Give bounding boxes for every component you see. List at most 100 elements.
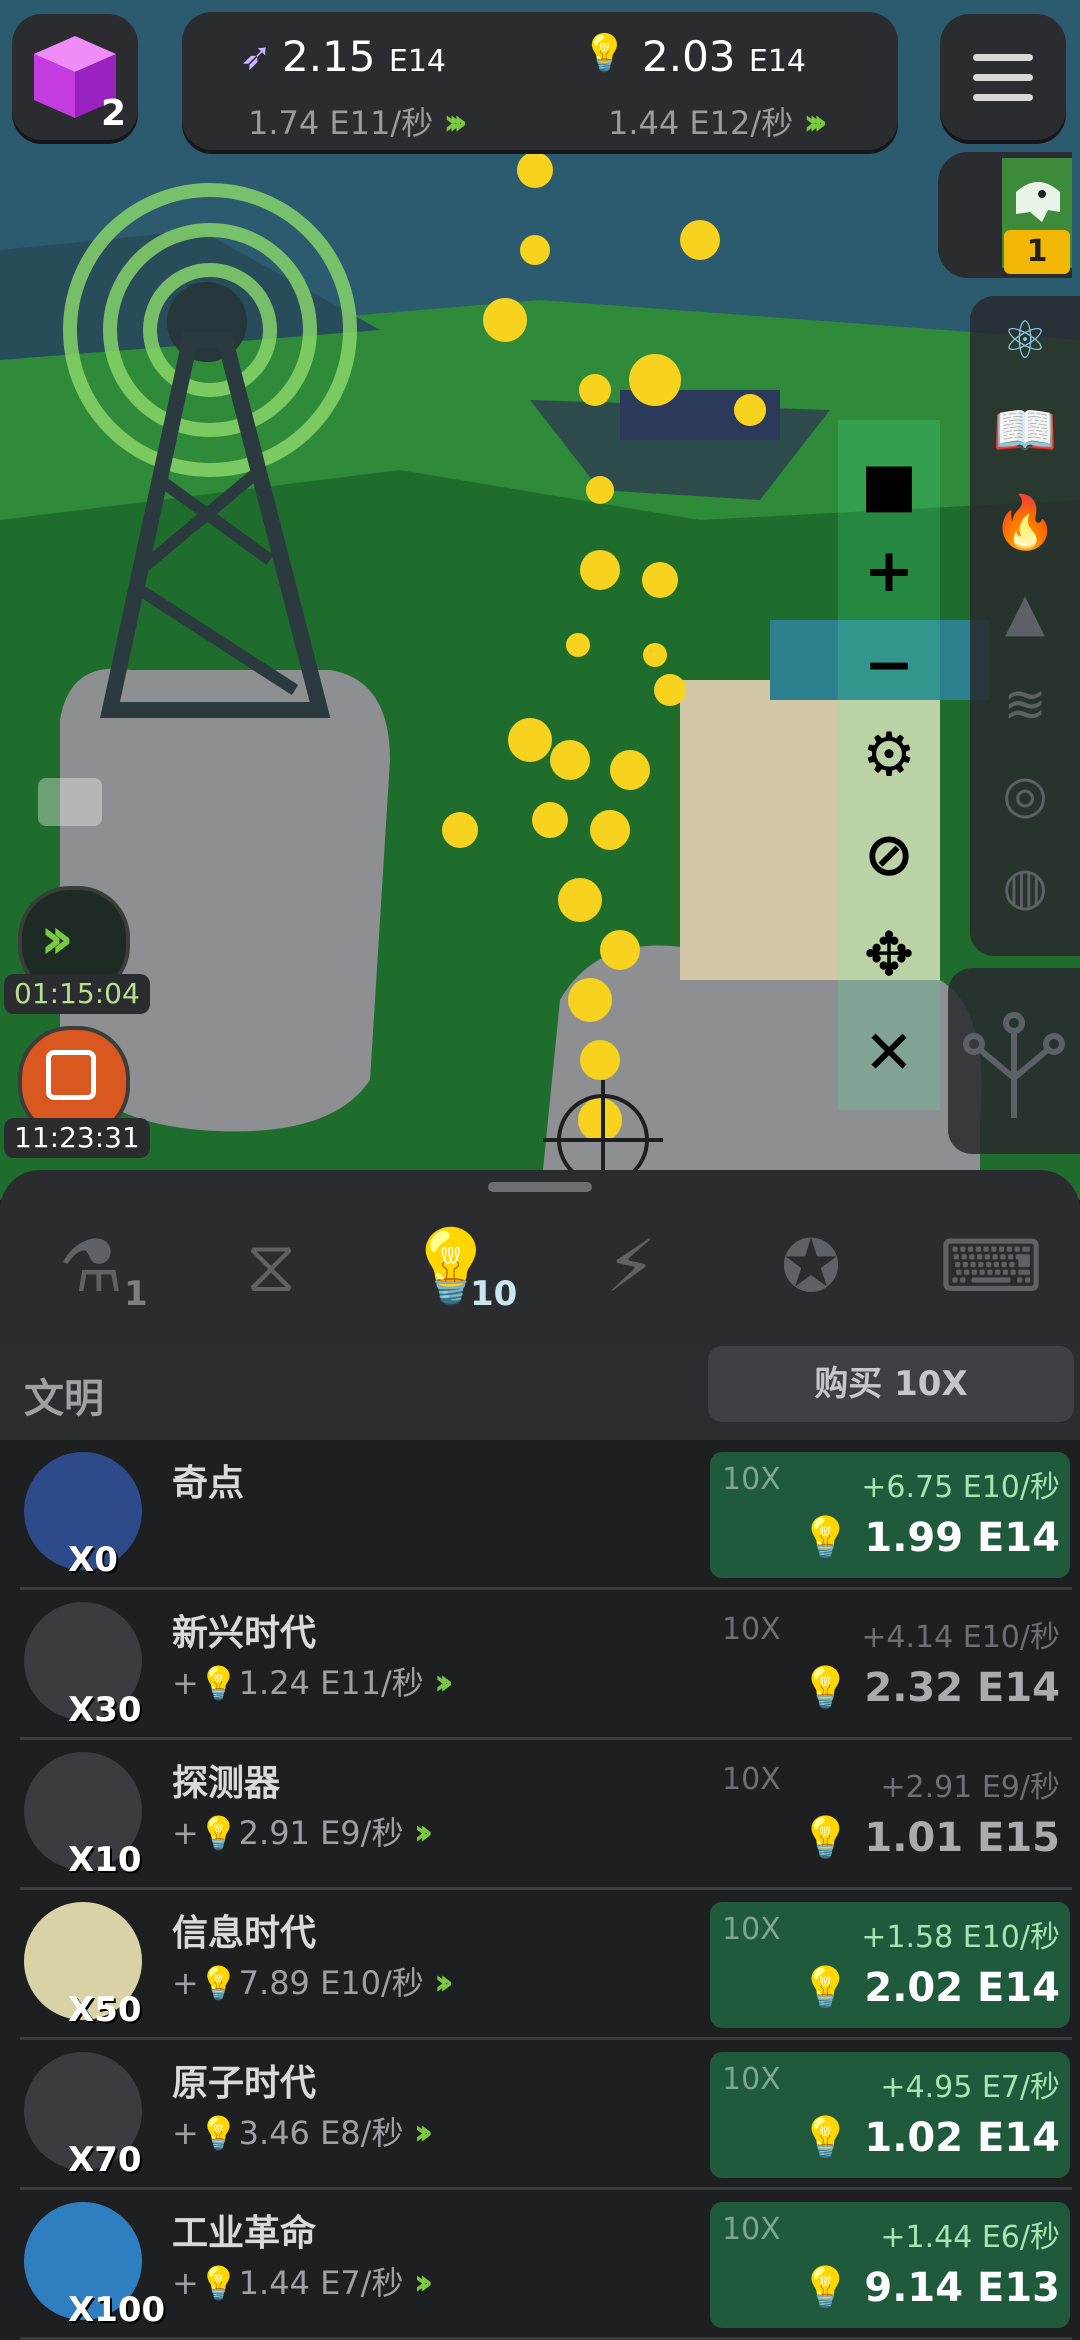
tab-dna[interactable]: ⧖ [216, 1224, 326, 1324]
tab-research[interactable]: ⚗ 1 [36, 1224, 148, 1324]
terminal-icon: ⌨ [939, 1224, 1043, 1308]
tech-tree-button[interactable] [948, 968, 1080, 1154]
move-icon[interactable]: ✥ [838, 920, 940, 990]
buy-button[interactable]: 10X +6.75 E10/秒 💡 1.99 E14 [710, 1452, 1070, 1578]
production-gain: +4.95 E7/秒 [880, 2070, 1060, 2105]
buy-multiplier: 10X [722, 2062, 781, 2097]
lightbulb-icon: 💡 [198, 2114, 239, 2152]
book-icon[interactable]: 📖 [990, 396, 1060, 466]
lightbulb-icon: 💡 [198, 1664, 239, 1702]
tab-terminal[interactable]: ⌨ [936, 1224, 1046, 1324]
lightbulb-icon: 💡 [800, 1515, 851, 1561]
chevron-double-icon: ››› [443, 102, 467, 143]
fire-icon[interactable]: 🔥 [990, 488, 1060, 558]
item-production: +💡3.46 E8/秒 ›› [172, 2112, 433, 2153]
buy-button[interactable]: 10X +1.44 E6/秒 💡 9.14 E13 [710, 2202, 1070, 2328]
price-value: 1.99 E14 [864, 1515, 1060, 1561]
radio-tower-avatar: X70 [24, 2052, 142, 2180]
price-value: 1.02 E14 [864, 2115, 1060, 2161]
computer-avatar: X50 [24, 1902, 142, 2030]
singularity-avatar: X0 [24, 1452, 142, 1580]
minus-icon[interactable]: − [838, 630, 940, 700]
dna-icon: ⧖ [245, 1224, 297, 1308]
menu-icon-line [973, 74, 1033, 81]
price: 💡 9.14 E13 [801, 2264, 1060, 2311]
chevron-double-icon: ›› [413, 1812, 433, 1853]
price-value: 2.02 E14 [864, 1965, 1060, 2011]
item-name: 新兴时代 [172, 1613, 317, 1654]
atom-icon[interactable]: ⚛ [990, 306, 1060, 376]
list-item[interactable]: X50 信息时代 +💡7.89 E10/秒 ›› 10X +1.58 E10/秒… [0, 1890, 1080, 2040]
probe-avatar: X10 [24, 1752, 142, 1880]
production-gain: +2.91 E9/秒 [880, 1770, 1060, 1805]
list-header: 文明 购买 10X [0, 1340, 1080, 1440]
list-item[interactable]: X100 工业革命 +💡1.44 E7/秒 ›› 10X +1.44 E6/秒 … [0, 2190, 1080, 2340]
buy-multiplier: 10X [722, 1762, 781, 1797]
list-item[interactable]: X30 新兴时代 +💡1.24 E11/秒 ›› 10X +4.14 E10/秒… [0, 1590, 1080, 1740]
price-value: 9.14 E13 [864, 2265, 1060, 2311]
resource2-rate-text: 1.44 E12/秒 [608, 104, 794, 142]
tab-energy[interactable]: ⚡ [576, 1224, 686, 1324]
production-gain: +4.14 E10/秒 [861, 1620, 1060, 1655]
resource1-rate-text: 1.74 E11/秒 [248, 104, 434, 142]
flask-icon: ⚗ [58, 1224, 124, 1308]
production-gain: +1.44 E6/秒 [880, 2220, 1060, 2255]
resource2-value: 2.03 E14 [642, 32, 806, 81]
rocket-icon: ➶ [240, 34, 272, 78]
plus-icon[interactable]: + [838, 536, 940, 606]
price: 💡 1.01 E15 [801, 1814, 1060, 1861]
buy-button[interactable]: 10X +2.91 E9/秒 💡 1.01 E15 [710, 1752, 1070, 1878]
buy-button[interactable]: 10X +4.14 E10/秒 💡 2.32 E14 [710, 1602, 1070, 1728]
waves-icon[interactable]: ≋ [990, 670, 1060, 740]
menu-button[interactable] [940, 14, 1066, 140]
list-item[interactable]: X0 奇点 10X +6.75 E10/秒 💡 1.99 E14 [0, 1440, 1080, 1590]
buy-multiplier-button[interactable]: 购买 10X [708, 1346, 1074, 1422]
stop-icon[interactable]: ■ [838, 450, 940, 520]
item-production: +💡7.89 E10/秒 ›› [172, 1962, 453, 2003]
list-item[interactable]: X10 探测器 +💡2.91 E9/秒 ›› 10X +2.91 E9/秒 💡 … [0, 1740, 1080, 1890]
production-value: 7.89 E10/秒 [238, 1964, 424, 2002]
production-value: 2.91 E9/秒 [238, 1814, 404, 1852]
tab-achievements[interactable]: ✪ [756, 1224, 866, 1324]
item-production: +💡2.91 E9/秒 ›› [172, 1812, 433, 1853]
camera-button[interactable] [38, 778, 102, 826]
price: 💡 1.99 E14 [801, 1514, 1060, 1561]
globe-icon[interactable]: ◍ [990, 852, 1060, 922]
lightbulb-icon: 💡 [800, 2115, 851, 2161]
lightbulb-icon: 💡 [800, 1965, 851, 2011]
lightbulb-icon: 💡 [198, 1964, 239, 2002]
cells-icon[interactable]: ◎ [990, 760, 1060, 830]
resource1-rate: 1.74 E11/秒 ››› [248, 98, 468, 144]
buy-multiplier: 10X [722, 1462, 781, 1497]
lightning-icon: ⚡ [605, 1224, 657, 1308]
boost-timer: 01:15:04 [4, 974, 150, 1014]
resource2-amount: 2.03 [642, 32, 736, 81]
gear-icon[interactable]: ⚙ [838, 720, 940, 790]
item-name: 奇点 [172, 1463, 245, 1504]
price-value: 2.32 E14 [864, 1665, 1060, 1711]
chevron-double-icon: ››› [803, 102, 827, 143]
section-title: 文明 [24, 1376, 104, 1422]
owned-count: X70 [68, 2140, 142, 2180]
close-icon[interactable]: ✕ [838, 1018, 940, 1088]
drawer-handle[interactable] [488, 1182, 592, 1192]
mountain-icon[interactable]: ▲ [990, 578, 1060, 648]
buy-button[interactable]: 10X +4.95 E7/秒 💡 1.02 E14 [710, 2052, 1070, 2178]
lightbulb-icon: 💡 [198, 2264, 239, 2302]
hide-icon[interactable]: ⊘ [838, 820, 940, 890]
chevron-double-icon: ›› [433, 1662, 453, 1703]
debug-panel: ■ + − ⚙ ⊘ ✥ ✕ [838, 420, 940, 1110]
resource1-exponent: E14 [388, 44, 447, 79]
production-gain: +1.58 E10/秒 [861, 1920, 1060, 1955]
cube-shop-button[interactable]: 2 [12, 14, 138, 140]
chevron-double-icon: ›› [433, 1962, 453, 2003]
tab-ideas[interactable]: 💡 10 [396, 1224, 517, 1324]
resource2-exponent: E14 [748, 44, 807, 79]
buy-multiplier: 10X [722, 1912, 781, 1947]
chevron-double-icon: ›› [413, 2262, 433, 2303]
list-item[interactable]: X70 原子时代 +💡3.46 E8/秒 ›› 10X +4.95 E7/秒 💡… [0, 2040, 1080, 2190]
buy-button[interactable]: 10X +1.58 E10/秒 💡 2.02 E14 [710, 1902, 1070, 2028]
buy-multiplier: 10X [722, 2212, 781, 2247]
fast-forward-icon: ›› [40, 904, 74, 972]
lightbulb-icon: 💡 [800, 1815, 851, 1861]
